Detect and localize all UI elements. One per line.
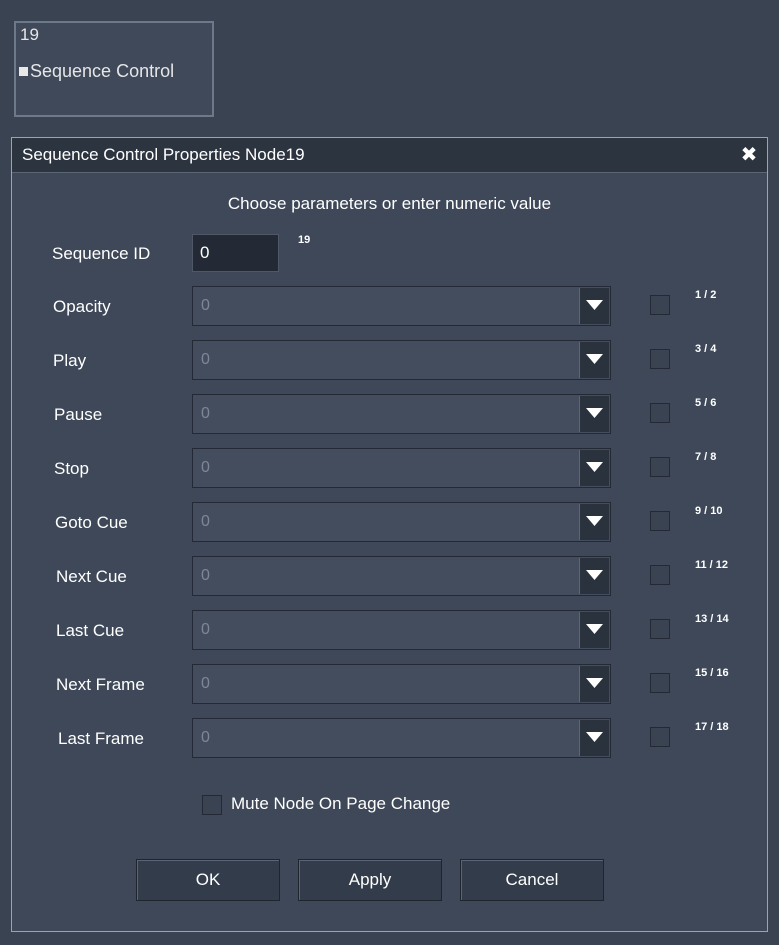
parameter-dropdown[interactable]: 0 [192, 664, 611, 704]
cancel-button[interactable]: Cancel [460, 859, 604, 901]
channel-note: 3 / 4 [695, 343, 717, 355]
row-checkbox[interactable] [650, 565, 670, 585]
row-label: Goto Cue [55, 513, 128, 532]
channel-note: 15 / 16 [695, 667, 729, 679]
row-label: Last Frame [58, 729, 144, 748]
row-checkbox[interactable] [650, 403, 670, 423]
sequence-id-input[interactable]: 0 [192, 234, 279, 272]
channel-note: 17 / 18 [695, 721, 729, 733]
chevron-down-icon[interactable] [579, 666, 609, 702]
dialog-title: Sequence Control Properties Node19 [22, 145, 305, 164]
parameter-dropdown[interactable]: 0 [192, 718, 611, 758]
dropdown-value: 0 [201, 675, 210, 692]
properties-dialog: Sequence Control Properties Node19 ✖ Cho… [11, 137, 768, 932]
row-label: Stop [54, 459, 89, 478]
sequence-id-label: Sequence ID [52, 244, 151, 263]
chevron-down-icon[interactable] [579, 288, 609, 324]
row-checkbox[interactable] [650, 673, 670, 693]
sequence-control-node[interactable]: 19 Sequence Control [14, 21, 214, 117]
dialog-titlebar[interactable]: Sequence Control Properties Node19 ✖ [12, 138, 767, 173]
chevron-down-icon[interactable] [579, 342, 609, 378]
dropdown-value: 0 [201, 513, 210, 530]
close-icon[interactable]: ✖ [739, 145, 759, 165]
instruction-text: Choose parameters or enter numeric value [227, 194, 552, 213]
chevron-down-icon[interactable] [579, 504, 609, 540]
row-label: Pause [54, 405, 103, 424]
row-checkbox[interactable] [650, 511, 670, 531]
row-checkbox[interactable] [650, 349, 670, 369]
parameter-dropdown[interactable]: 0 [192, 448, 611, 488]
dropdown-value: 0 [201, 621, 210, 638]
chevron-down-icon[interactable] [579, 450, 609, 486]
ok-button[interactable]: OK [136, 859, 280, 901]
parameter-dropdown[interactable]: 0 [192, 340, 611, 380]
parameter-dropdown[interactable]: 0 [192, 286, 611, 326]
row-label: Play [53, 351, 87, 370]
node-label: Sequence Control [30, 61, 175, 81]
mute-checkbox[interactable] [202, 795, 222, 815]
row-label: Opacity [53, 297, 111, 316]
channel-note: 5 / 6 [695, 397, 717, 409]
dropdown-value: 0 [201, 567, 210, 584]
row-checkbox[interactable] [650, 295, 670, 315]
parameter-dropdown[interactable]: 0 [192, 556, 611, 596]
node-input-port[interactable] [19, 67, 28, 76]
chevron-down-icon[interactable] [579, 558, 609, 594]
dropdown-value: 0 [201, 405, 210, 422]
row-label: Next Frame [56, 675, 145, 694]
row-label: Last Cue [56, 621, 125, 640]
mute-label: Mute Node On Page Change [231, 794, 451, 813]
channel-note: 11 / 12 [695, 559, 729, 571]
apply-button[interactable]: Apply [298, 859, 442, 901]
chevron-down-icon[interactable] [579, 612, 609, 648]
row-checkbox[interactable] [650, 457, 670, 477]
dropdown-value: 0 [201, 351, 210, 368]
row-checkbox[interactable] [650, 619, 670, 639]
parameter-dropdown[interactable]: 0 [192, 394, 611, 434]
node-id: 19 [20, 25, 39, 44]
channel-note: 9 / 10 [695, 505, 723, 517]
parameter-dropdown[interactable]: 0 [192, 610, 611, 650]
chevron-down-icon[interactable] [579, 720, 609, 756]
parameter-dropdown[interactable]: 0 [192, 502, 611, 542]
sequence-id-note: 19 [298, 234, 311, 246]
channel-note: 13 / 14 [695, 613, 729, 625]
dropdown-value: 0 [201, 297, 210, 314]
row-checkbox[interactable] [650, 727, 670, 747]
row-label: Next Cue [56, 567, 127, 586]
chevron-down-icon[interactable] [579, 396, 609, 432]
dropdown-value: 0 [201, 729, 210, 746]
dropdown-value: 0 [201, 459, 210, 476]
channel-note: 1 / 2 [695, 289, 717, 301]
channel-note: 7 / 8 [695, 451, 717, 463]
